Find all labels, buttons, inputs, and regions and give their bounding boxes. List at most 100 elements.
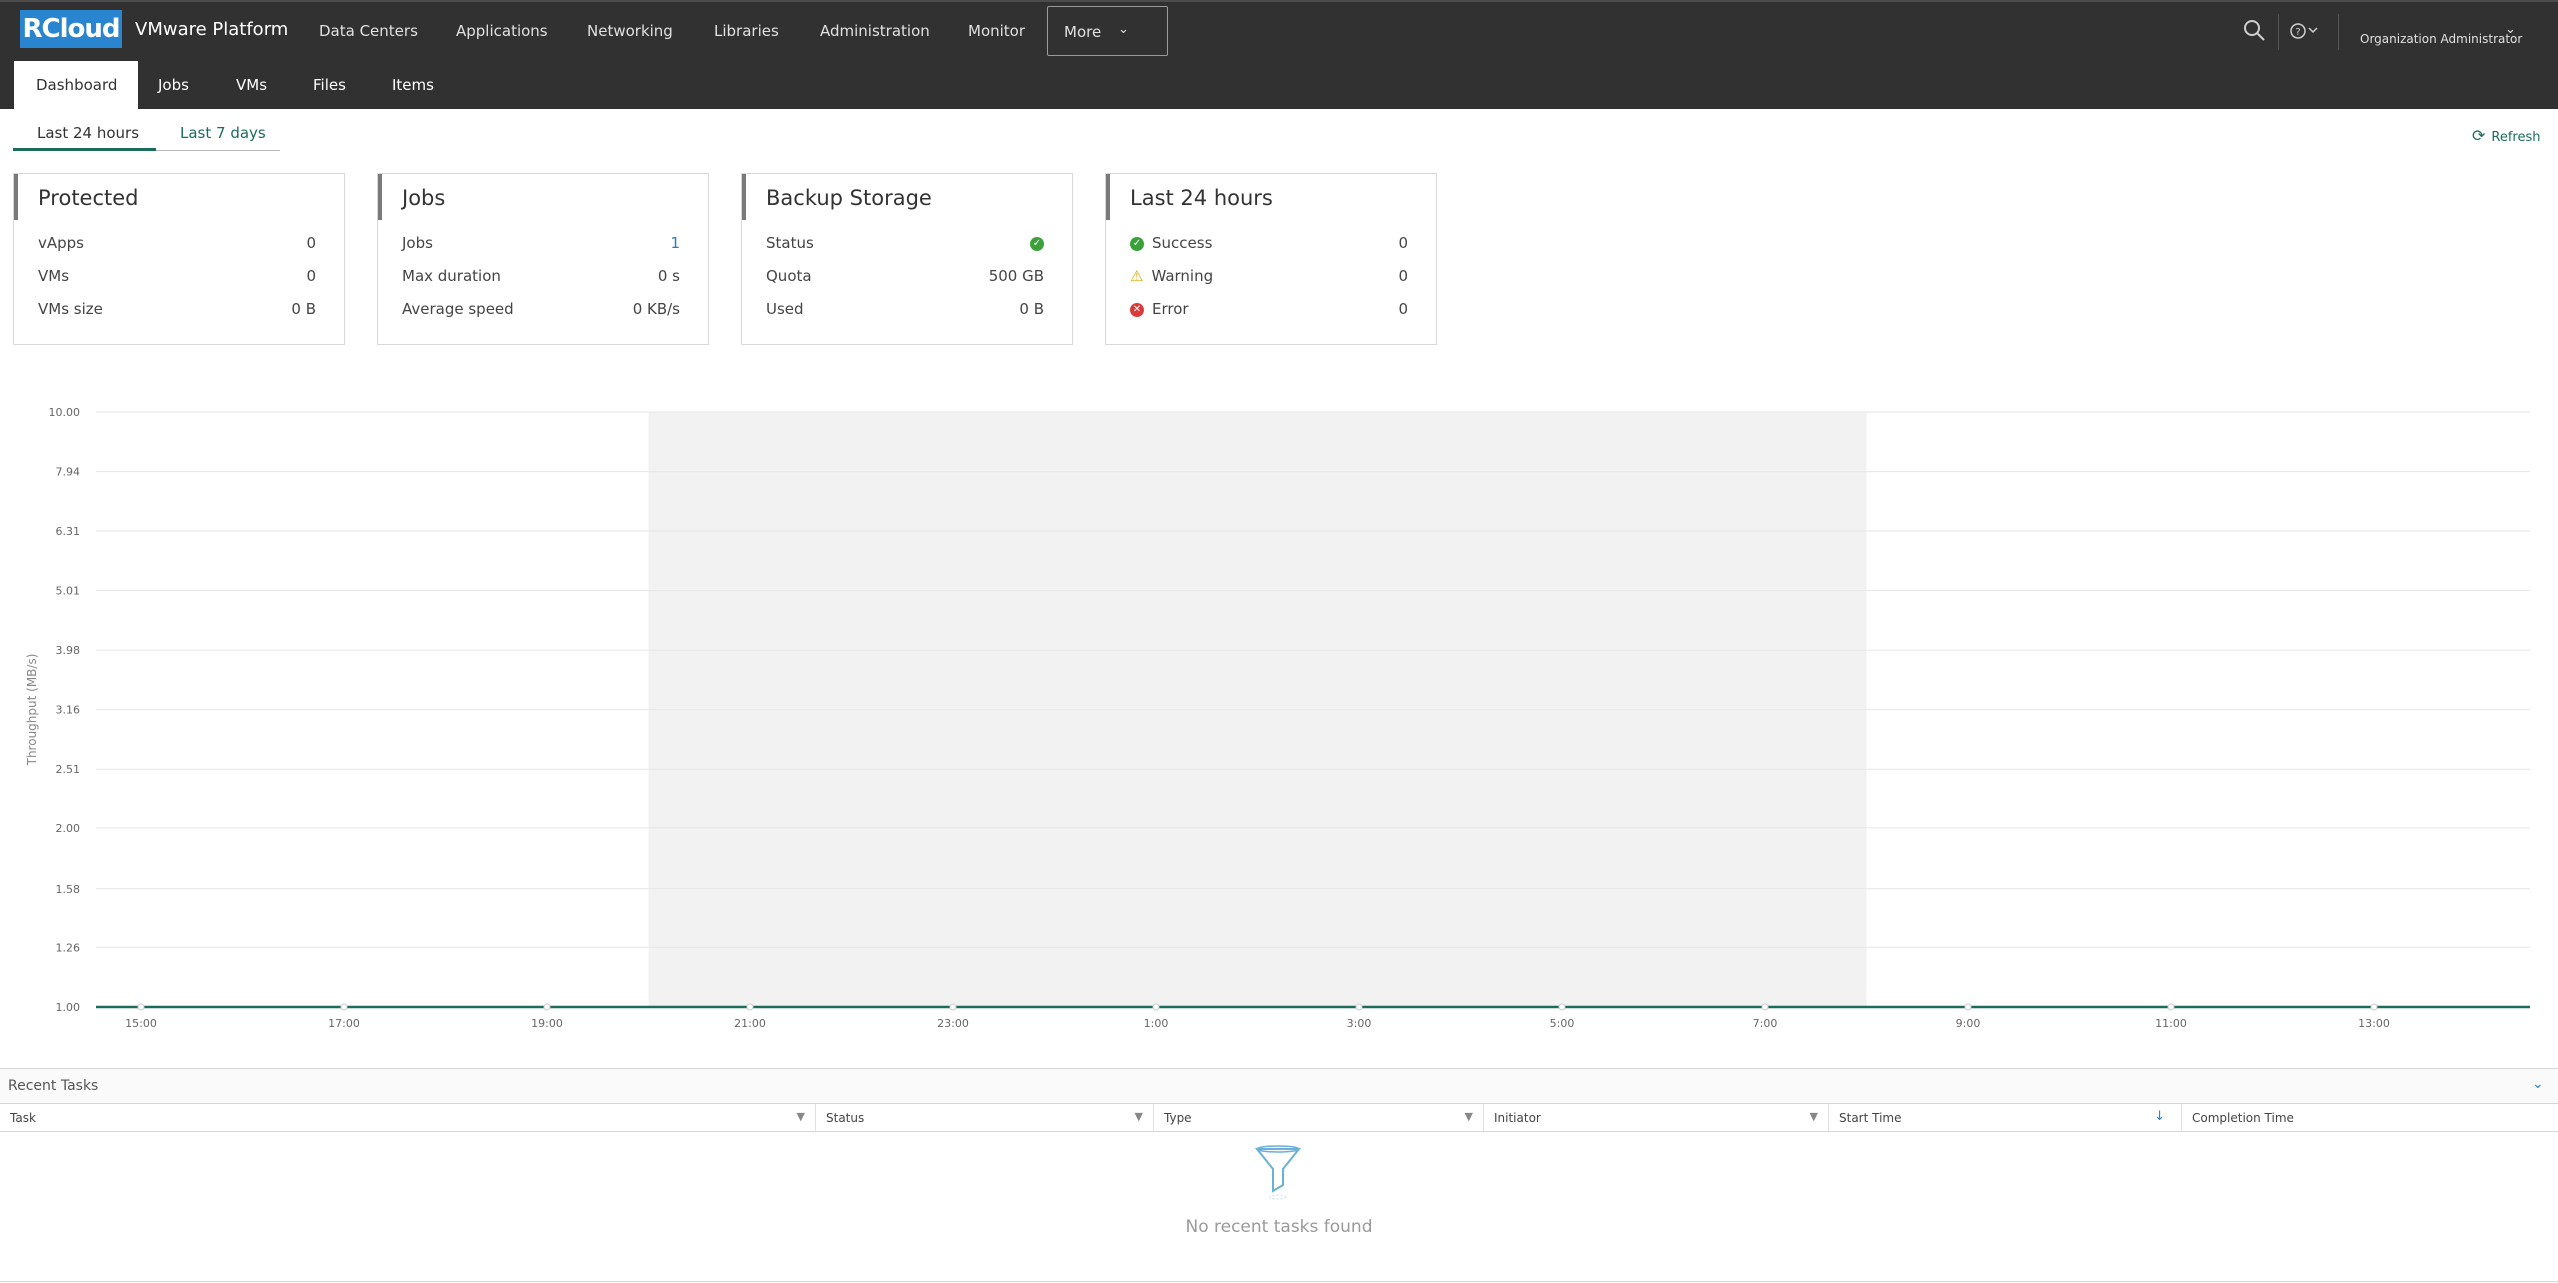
y-tick-label: 1.58 xyxy=(56,883,81,896)
x-tick-label: 19:00 xyxy=(531,1017,563,1030)
x-tick-label: 1:00 xyxy=(1144,1017,1169,1030)
tab-dashboard[interactable]: Dashboard xyxy=(14,61,138,109)
more-label: More xyxy=(1064,23,1102,41)
row-label: Warning xyxy=(1151,267,1214,285)
column-label: Task xyxy=(10,1111,36,1125)
data-point xyxy=(1355,1003,1363,1011)
card-title: Backup Storage xyxy=(766,186,932,210)
column-label: Completion Time xyxy=(2192,1111,2294,1125)
row-label: Status xyxy=(766,234,814,252)
nav-administration[interactable]: Administration xyxy=(820,22,930,40)
y-tick-label: 3.98 xyxy=(56,644,81,657)
sub-navigation: Dashboard Jobs VMs Files Items xyxy=(0,61,2558,109)
data-point xyxy=(340,1003,348,1011)
data-point xyxy=(1761,1003,1769,1011)
row-value: 0 xyxy=(1398,300,1408,318)
column-task[interactable]: Task ▼ xyxy=(0,1104,816,1132)
tab-jobs[interactable]: Jobs xyxy=(136,61,211,109)
x-tick-label: 21:00 xyxy=(734,1017,766,1030)
active-tab-indicator xyxy=(13,148,156,151)
tab-underline xyxy=(156,150,280,151)
data-point xyxy=(2370,1003,2378,1011)
y-tick-label: 1.26 xyxy=(56,941,81,954)
more-menu-button[interactable]: More ⌄ xyxy=(1047,6,1168,56)
warning-icon: ⚠ xyxy=(1130,267,1144,285)
nav-libraries[interactable]: Libraries xyxy=(714,22,779,40)
card-title: Jobs xyxy=(402,186,446,210)
x-tick-label: 11:00 xyxy=(2155,1017,2187,1030)
row-label: Success xyxy=(1152,234,1213,252)
x-tick-label: 15:00 xyxy=(125,1017,157,1030)
row-label: Jobs xyxy=(402,234,433,252)
range-tab-7d[interactable]: Last 7 days xyxy=(180,124,266,142)
data-point xyxy=(1964,1003,1972,1011)
chevron-down-icon: ⌄ xyxy=(1118,22,1129,37)
card-jobs: Jobs Jobs 1 Max duration 0 s Average speed… xyxy=(377,173,709,345)
filter-funnel-icon xyxy=(1254,1145,1302,1205)
column-label: Status xyxy=(826,1111,865,1125)
tasks-grid-header: Task ▼ Status ▼ Type ▼ Initiator ▼ Start Tim… xyxy=(0,1104,2558,1132)
column-completion-time[interactable]: Completion Time xyxy=(2182,1104,2558,1132)
column-label: Type xyxy=(1164,1111,1192,1125)
x-tick-label: 7:00 xyxy=(1753,1017,1778,1030)
filter-icon[interactable]: ▼ xyxy=(797,1110,805,1123)
row-value: 0 KB/s xyxy=(632,300,680,318)
card-accent xyxy=(742,174,746,220)
filter-icon[interactable]: ▼ xyxy=(1465,1110,1473,1123)
y-tick-label: 5.01 xyxy=(56,585,81,598)
x-tick-label: 23:00 xyxy=(937,1017,969,1030)
tab-files[interactable]: Files xyxy=(291,61,368,109)
range-tab-24h[interactable]: Last 24 hours xyxy=(37,124,139,142)
tab-vms[interactable]: VMs xyxy=(214,61,289,109)
row-value: 0 xyxy=(306,267,316,285)
column-initiator[interactable]: Initiator ▼ xyxy=(1484,1104,1829,1132)
y-tick-label: 2.00 xyxy=(56,822,81,835)
refresh-button[interactable]: ⟳ Refresh xyxy=(2472,126,2541,145)
filter-icon[interactable]: ▼ xyxy=(1810,1110,1818,1123)
row-value: 0 xyxy=(1398,234,1408,252)
y-tick-label: 3.16 xyxy=(56,704,81,717)
help-icon[interactable]: ? xyxy=(2290,22,2322,44)
data-point xyxy=(1558,1003,1566,1011)
collapse-icon[interactable]: ⌄ xyxy=(2532,1076,2544,1092)
x-tick-label: 3:00 xyxy=(1347,1017,1372,1030)
row-value: 0 B xyxy=(291,300,316,318)
row-value: 0 s xyxy=(657,267,680,285)
column-status[interactable]: Status ▼ xyxy=(816,1104,1154,1132)
column-type[interactable]: Type ▼ xyxy=(1154,1104,1484,1132)
header-divider xyxy=(2338,14,2339,50)
row-value: 0 xyxy=(306,234,316,252)
card-last-24-hours: Last 24 hours ✓ Success 0 ⚠ Warning 0 ✕ Error… xyxy=(1105,173,1437,345)
tab-items[interactable]: Items xyxy=(370,61,456,109)
success-icon: ✓ xyxy=(1130,236,1144,251)
card-accent xyxy=(1106,174,1110,220)
card-accent xyxy=(14,174,18,220)
y-tick-label: 10.00 xyxy=(49,406,81,419)
data-point xyxy=(746,1003,754,1011)
row-label: VMs xyxy=(38,267,70,285)
nav-networking[interactable]: Networking xyxy=(587,22,673,40)
nav-applications[interactable]: Applications xyxy=(456,22,548,40)
column-label: Initiator xyxy=(1494,1111,1541,1125)
jobs-count-link[interactable]: 1 xyxy=(670,234,680,252)
top-header: RCloud VMware Platform Data Centers Appl… xyxy=(0,0,2558,61)
data-point xyxy=(543,1003,551,1011)
nav-monitor[interactable]: Monitor xyxy=(968,22,1025,40)
row-label: Average speed xyxy=(402,300,514,318)
recent-tasks-header: Recent Tasks ⌄ xyxy=(0,1068,2558,1104)
search-icon[interactable] xyxy=(2242,18,2266,46)
sort-descending-icon[interactable]: ↓ xyxy=(2154,1109,2165,1124)
row-label: VMs size xyxy=(38,300,103,318)
card-title: Last 24 hours xyxy=(1130,186,1273,210)
y-tick-label: 6.31 xyxy=(56,525,81,538)
chevron-down-icon[interactable]: ⌄ xyxy=(2505,22,2516,37)
row-label: Used xyxy=(766,300,804,318)
filter-icon[interactable]: ▼ xyxy=(1135,1110,1143,1123)
column-start-time[interactable]: Start Time ↓ xyxy=(1829,1104,2182,1132)
data-point xyxy=(2167,1003,2175,1011)
refresh-label: Refresh xyxy=(2491,130,2541,145)
row-value: 500 GB xyxy=(988,267,1044,285)
nav-data-centers[interactable]: Data Centers xyxy=(319,22,418,40)
user-menu[interactable]: Organization Administrator xyxy=(2360,32,2522,46)
rcloud-logo[interactable]: RCloud xyxy=(20,10,122,48)
